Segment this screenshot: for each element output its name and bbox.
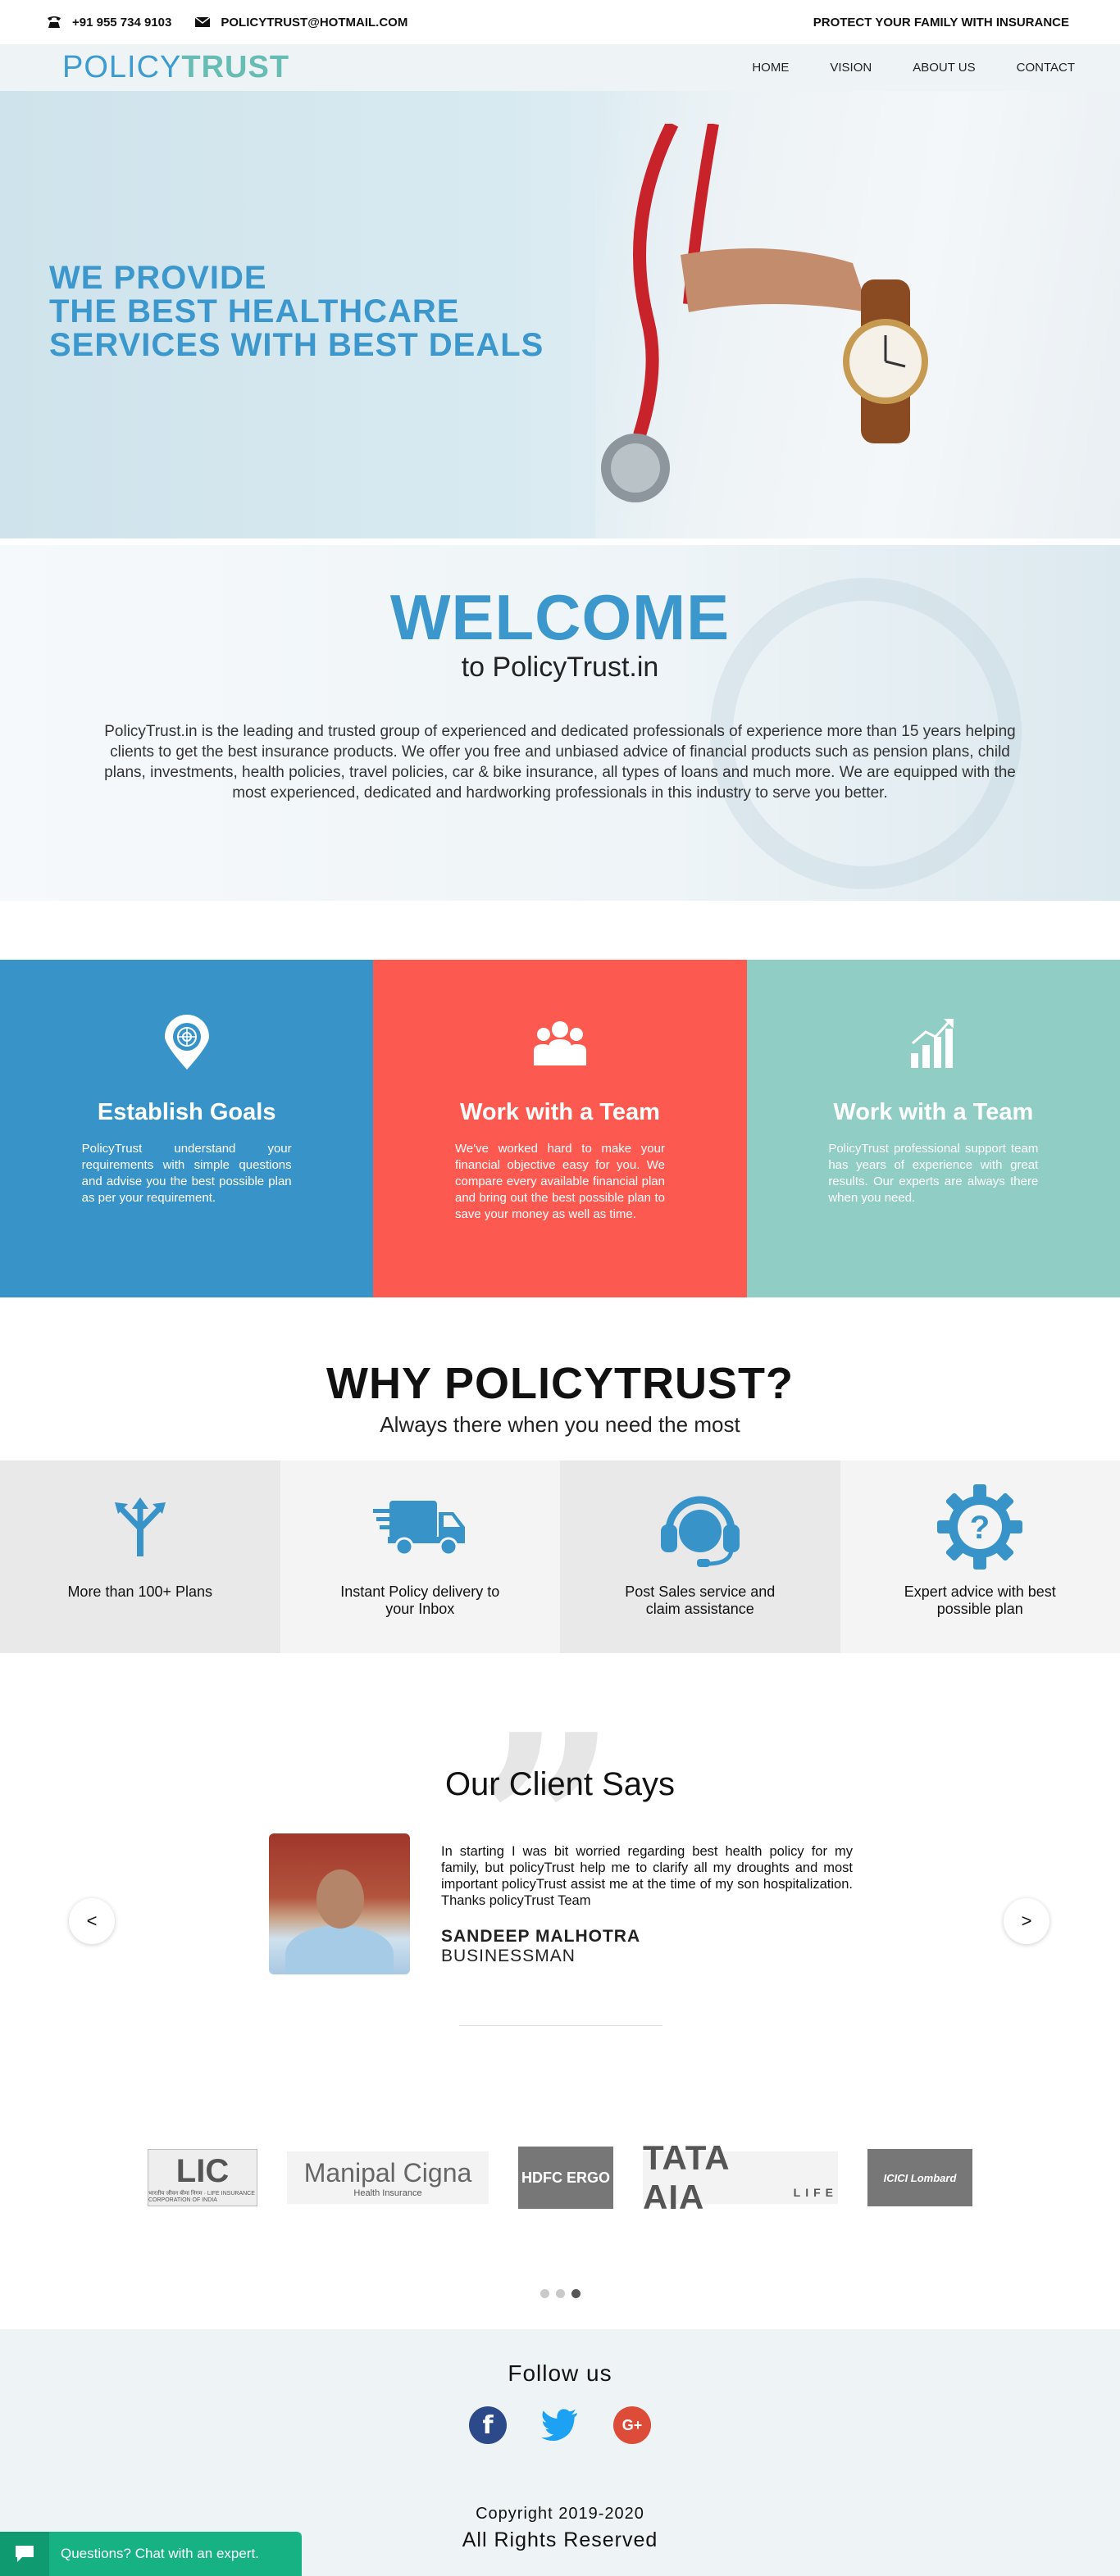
feature-title: Work with a Team [833, 1099, 1034, 1125]
lic-logo-subtext: भारतीय जीवन बीमा निगम · LIFE INSURANCE C… [148, 2190, 255, 2203]
testimonial-quote: In starting I was bit worried regarding … [441, 1844, 853, 1908]
testimonial-card: In starting I was bit worried regarding … [269, 1833, 853, 1974]
svg-text:?: ? [970, 1510, 990, 1546]
client-role: BUSINESSMAN [441, 1947, 576, 1965]
why-item-expert: ? Expert advice with best possible plan [840, 1461, 1120, 1653]
growth-chart-icon [747, 1014, 1120, 1071]
feature-text: We've worked hard to make your financial… [454, 1142, 665, 1221]
carousel-dot-2[interactable] [555, 2289, 565, 2298]
chat-bubble-icon [0, 2532, 49, 2576]
why-item-delivery: Instant Policy delivery to your Inbox [280, 1461, 561, 1653]
tagline: PROTECT YOUR FAMILY WITH INSURANCE [813, 15, 1069, 30]
partners-section: LIC भारतीय जीवन बीमा निगम · LIFE INSURAN… [0, 2047, 1120, 2304]
social-links: f G+ [0, 2406, 1120, 2444]
welcome-section: WELCOME to PolicyTrust.in PolicyTrust.in… [0, 545, 1120, 901]
why-grid: More than 100+ Plans Instant Policy deli… [0, 1461, 1120, 1653]
chat-widget-button[interactable]: Questions? Chat with an expert. [0, 2532, 302, 2576]
google-plus-icon[interactable]: G+ [613, 2406, 651, 2444]
section-divider [459, 2025, 662, 2026]
carousel-dot-1[interactable] [540, 2289, 549, 2298]
testimonial-title: Our Client Says [444, 1766, 676, 1802]
why-item-label: More than 100+ Plans [67, 1583, 213, 1600]
chat-label: Questions? Chat with an expert. [61, 2546, 259, 2561]
hero-headline: WE PROVIDE THE BEST HEALTHCARE SERVICES … [49, 261, 544, 362]
logo-policy: POLICY [62, 50, 182, 84]
feature-text: PolicyTrust professional support team ha… [828, 1142, 1039, 1205]
why-item-plans: More than 100+ Plans [0, 1461, 280, 1653]
site-logo[interactable]: POLICYTRUST [62, 50, 289, 85]
nav-home[interactable]: HOME [752, 61, 789, 75]
tata-aia-logo[interactable]: TATA AIA LIFE [643, 2138, 838, 2216]
email-address: POLICYTRUST@HOTMAIL.COM [221, 15, 408, 30]
testimonial-section: ” Our Client Says < In starting I was bi… [0, 1653, 1120, 2047]
manipal-logo-text: Manipal Cigna [303, 2157, 472, 2188]
tata-logo-subtext: LIFE [793, 2186, 838, 2199]
manipal-logo-subtext: Health Insurance [353, 2188, 422, 2198]
partner-logos: LIC भारतीय जीवन बीमा निगम · LIFE INSURAN… [0, 2138, 1120, 2216]
email-contact[interactable]: POLICYTRUST@HOTMAIL.COM [194, 16, 407, 30]
icici-lombard-logo[interactable]: ICICI Lombard [867, 2149, 972, 2206]
hdfc-logo-text: HDFC ERGO [521, 2169, 610, 2186]
testimonial-next-button[interactable]: > [1004, 1898, 1049, 1944]
nav-vision[interactable]: VISION [830, 61, 872, 75]
lic-logo-text: LIC [175, 2152, 230, 2189]
welcome-body: PolicyTrust.in is the leading and truste… [104, 723, 1016, 802]
hero-line-2: THE BEST HEALTHCARE [49, 293, 460, 329]
icici-logo-text: ICICI Lombard [883, 2171, 957, 2184]
follow-title: Follow us [508, 2360, 612, 2386]
main-navbar: POLICYTRUST HOME VISION ABOUT US CONTACT [0, 44, 1120, 91]
hero-line-1: WE PROVIDE [49, 260, 267, 296]
team-icon [373, 1014, 746, 1071]
lic-logo[interactable]: LIC भारतीय जीवन बीमा निगम · LIFE INSURAN… [148, 2149, 257, 2206]
carousel-dots [0, 2289, 1120, 2298]
hdfc-ergo-logo[interactable]: HDFC ERGO [518, 2147, 613, 2209]
welcome-subtitle: to PolicyTrust.in [461, 652, 659, 683]
facebook-icon[interactable]: f [469, 2406, 507, 2444]
hero-line-3: SERVICES WITH BEST DEALS [49, 327, 544, 363]
why-item-label: Expert advice with best possible plan [904, 1583, 1056, 1617]
nav-about-us[interactable]: ABOUT US [913, 61, 975, 75]
why-item-label: Instant Policy delivery to your Inbox [340, 1583, 500, 1617]
testimonial-content: In starting I was bit worried regarding … [441, 1833, 853, 1974]
client-photo [269, 1833, 410, 1974]
feature-title: Establish Goals [97, 1099, 276, 1125]
delivery-truck-icon [280, 1482, 561, 1572]
features-row: Establish Goals PolicyTrust understand y… [0, 960, 1120, 1297]
carousel-dot-3[interactable] [571, 2289, 580, 2298]
why-section: WHY POLICYTRUST? Always there when you n… [0, 1297, 1120, 1653]
envelope-icon [194, 16, 211, 27]
feature-support-team: Work with a Team PolicyTrust professiona… [746, 960, 1120, 1297]
phone-icon [48, 16, 61, 28]
top-bar: +91 955 734 9103 POLICYTRUST@HOTMAIL.COM… [0, 0, 1120, 44]
why-subtitle: Always there when you need the most [380, 1412, 740, 1437]
copyright-text: Copyright 2019-2020 [476, 2505, 644, 2523]
target-pin-icon [0, 1014, 373, 1071]
why-item-label: Post Sales service and claim assistance [625, 1583, 776, 1617]
manipal-cigna-logo[interactable]: Manipal Cigna Health Insurance [287, 2151, 489, 2204]
twitter-icon[interactable] [541, 2406, 579, 2444]
feature-text: PolicyTrust understand your requirements… [81, 1142, 292, 1205]
feature-establish-goals: Establish Goals PolicyTrust understand y… [0, 960, 374, 1297]
phone-contact[interactable]: +91 955 734 9103 [46, 16, 171, 30]
split-arrows-icon [0, 1482, 280, 1572]
feature-title: Work with a Team [460, 1099, 660, 1125]
nav-contact[interactable]: CONTACT [1017, 61, 1075, 75]
feature-work-with-team: Work with a Team We've worked hard to ma… [373, 960, 747, 1297]
contact-info: +91 955 734 9103 POLICYTRUST@HOTMAIL.COM [46, 16, 407, 30]
testimonial-prev-button[interactable]: < [69, 1898, 115, 1944]
question-gear-icon: ? [840, 1482, 1120, 1572]
why-item-support: Post Sales service and claim assistance [560, 1461, 840, 1653]
client-name: SANDEEP MALHOTRA [441, 1927, 641, 1946]
why-title: WHY POLICYTRUST? [326, 1359, 794, 1408]
stethoscope-illustration [601, 124, 928, 502]
nav-menu: HOME VISION ABOUT US CONTACT [752, 61, 1075, 75]
welcome-title: WELCOME [389, 581, 731, 653]
tata-logo-text: TATA AIA [643, 2138, 730, 2216]
hero-banner: WE PROVIDE THE BEST HEALTHCARE SERVICES … [0, 91, 1120, 538]
logo-trust: TRUST [181, 50, 290, 84]
phone-number: +91 955 734 9103 [72, 15, 172, 30]
headset-icon [560, 1482, 840, 1572]
